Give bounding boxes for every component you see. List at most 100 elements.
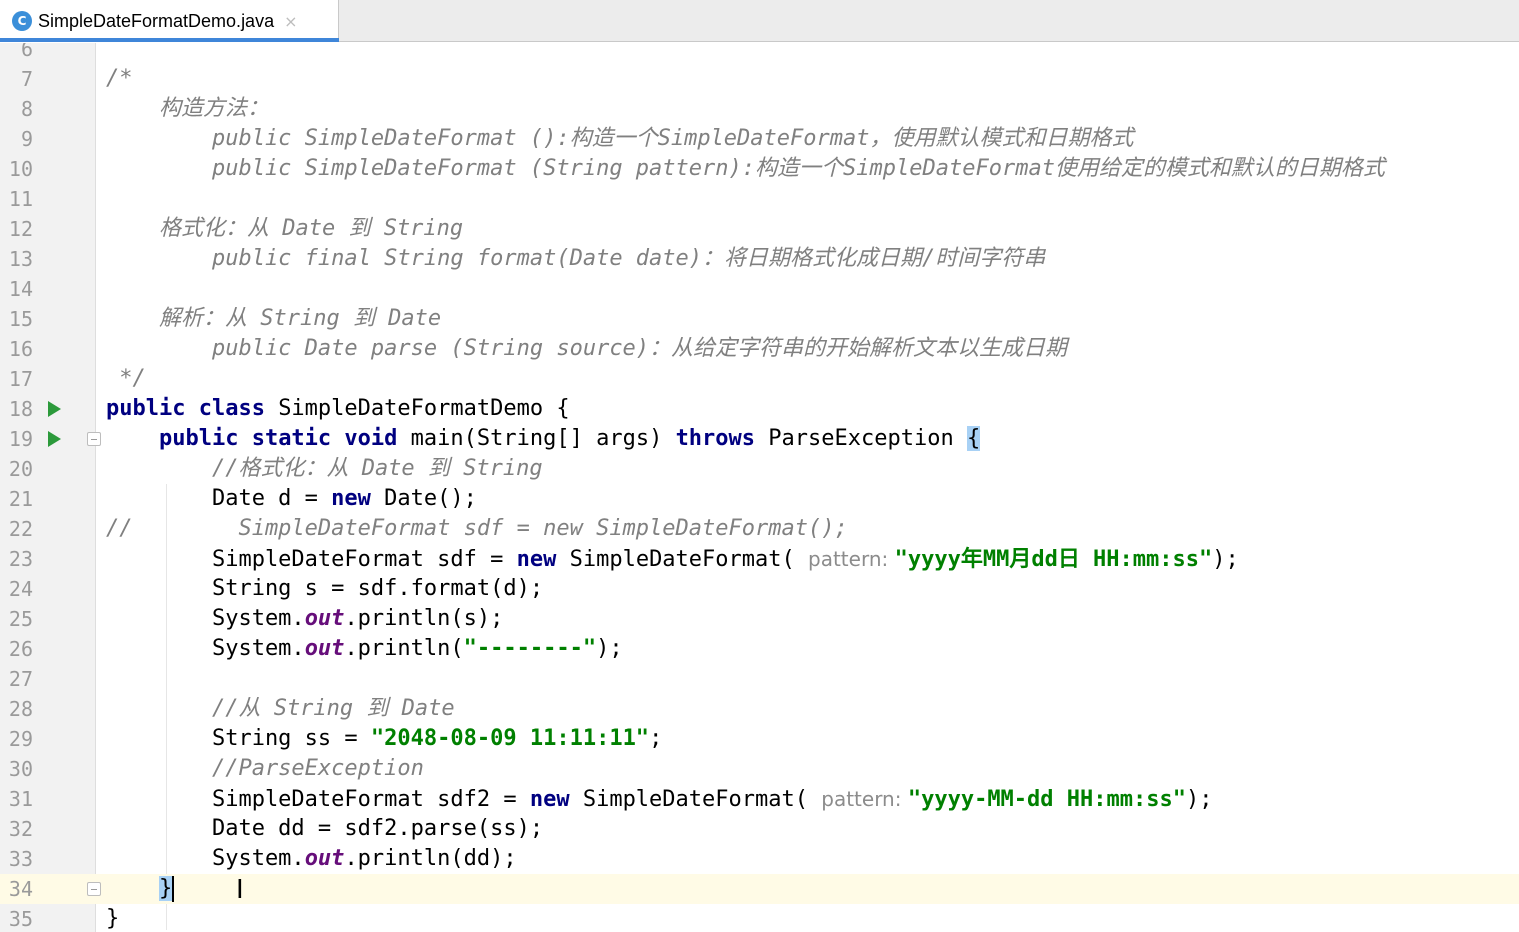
- matched-brace: {: [966, 426, 981, 451]
- comment-token: */: [106, 366, 146, 391]
- code-text: System.out.println(s);: [106, 604, 503, 634]
- keyword-token: public class: [106, 396, 279, 421]
- keyword-token: new: [516, 547, 570, 572]
- code-line[interactable]: 26 System.out.println("--------");: [0, 634, 1519, 664]
- mouse-ibeam-cursor: I: [236, 875, 244, 905]
- code-token: SimpleDateFormat sdf =: [106, 547, 517, 572]
- code-token: SimpleDateFormatDemo {: [278, 396, 570, 421]
- code-token: );: [1212, 547, 1239, 572]
- line-number: 29: [8, 727, 33, 751]
- field-token: out: [304, 846, 345, 871]
- string-token: "--------": [463, 636, 597, 661]
- comment-token: 格式化：从 Date 到 String: [106, 216, 464, 241]
- code-line[interactable]: 12 格式化：从 Date 到 String: [0, 214, 1519, 244]
- code-text: System.out.println("--------");: [106, 634, 623, 664]
- keyword-token: new: [331, 486, 385, 511]
- code-token: Date d =: [106, 486, 332, 511]
- code-line[interactable]: 23 SimpleDateFormat sdf = new SimpleDate…: [0, 544, 1519, 574]
- code-line[interactable]: 29 String ss = "2048-08-09 11:11:11";: [0, 724, 1519, 754]
- code-line[interactable]: 32 Date dd = sdf2.parse(ss);: [0, 814, 1519, 844]
- code-token: ;: [649, 726, 663, 751]
- string-token: "2048-08-09 11:11:11": [370, 726, 650, 751]
- code-token: .println(: [344, 636, 464, 661]
- code-line[interactable]: 25 System.out.println(s);: [0, 604, 1519, 634]
- code-line[interactable]: 34 }: [0, 874, 1519, 904]
- run-icon[interactable]: [48, 401, 61, 417]
- code-line[interactable]: 20 //格式化：从 Date 到 String: [0, 454, 1519, 484]
- code-text: //ParseException: [106, 754, 424, 784]
- editor-tab-bar: C SimpleDateFormatDemo.java ×: [0, 0, 1519, 42]
- code-line[interactable]: 22 // SimpleDateFormat sdf = new SimpleDa…: [0, 514, 1519, 544]
- code-line[interactable]: 24 String s = sdf.format(d);: [0, 574, 1519, 604]
- comment-token: //ParseException: [106, 756, 424, 781]
- code-line[interactable]: 13 public final String format(Date date)…: [0, 244, 1519, 274]
- line-number: 22: [8, 517, 33, 541]
- line-number: 9: [20, 127, 33, 151]
- comment-token: //格式化：从 Date 到 String: [106, 456, 543, 481]
- comment-token: public Date parse (String source)：从给定字符串…: [106, 336, 1068, 361]
- code-line[interactable]: 18 public class SimpleDateFormatDemo {: [0, 394, 1519, 424]
- code-line[interactable]: 28 //从 String 到 Date: [0, 694, 1519, 724]
- parameter-hint: pattern:: [821, 787, 908, 811]
- code-token: SimpleDateFormat(: [582, 787, 822, 812]
- fold-icon[interactable]: [87, 882, 101, 896]
- code-line[interactable]: 15 解析：从 String 到 Date: [0, 304, 1519, 334]
- code-line[interactable]: 11: [0, 184, 1519, 214]
- run-icon[interactable]: [48, 431, 61, 447]
- code-line[interactable]: 10 public SimpleDateFormat (String patte…: [0, 154, 1519, 184]
- code-line[interactable]: 35}: [0, 904, 1519, 932]
- line-number: 34: [8, 877, 33, 901]
- code-token: }: [106, 906, 120, 931]
- close-icon[interactable]: ×: [284, 12, 297, 31]
- code-line[interactable]: 7 /*: [0, 64, 1519, 94]
- code-text: */: [106, 364, 146, 394]
- code-text: 格式化：从 Date 到 String: [106, 214, 463, 244]
- fold-icon[interactable]: [87, 432, 101, 446]
- matched-brace: }: [158, 876, 173, 901]
- field-token: out: [304, 606, 345, 631]
- code-line[interactable]: 14: [0, 274, 1519, 304]
- string-token: "yyyy-MM-dd HH:mm:ss": [907, 787, 1186, 812]
- code-token: );: [1186, 787, 1213, 812]
- code-line[interactable]: 21 Date d = new Date();: [0, 484, 1519, 514]
- code-text: public Date parse (String source)：从给定字符串…: [106, 334, 1067, 364]
- line-number: 32: [8, 817, 33, 841]
- line-number: 27: [8, 667, 33, 691]
- code-line[interactable]: 17 */: [0, 364, 1519, 394]
- code-line[interactable]: 30 //ParseException: [0, 754, 1519, 784]
- code-text: /*: [106, 64, 133, 94]
- code-token: Date();: [384, 486, 477, 511]
- line-number: 23: [8, 547, 33, 571]
- keyword-token: new: [529, 787, 583, 812]
- line-number: 25: [8, 607, 33, 631]
- code-token: .println(s);: [344, 606, 504, 631]
- code-line[interactable]: 6: [0, 43, 1519, 64]
- code-editor[interactable]: 6 7/* 8 构造方法： 9 public SimpleDateFormat ():…: [0, 43, 1519, 932]
- code-text: Date dd = sdf2.parse(ss);: [106, 814, 543, 844]
- code-line[interactable]: 16 public Date parse (String source)：从给定…: [0, 334, 1519, 364]
- tab-label: SimpleDateFormatDemo.java: [38, 10, 275, 31]
- line-number: 28: [8, 697, 33, 721]
- line-number: 26: [8, 637, 33, 661]
- code-line[interactable]: 19 public static void main(String[] args…: [0, 424, 1519, 454]
- line-number: 6: [20, 43, 33, 61]
- comment-token: public final String format(Date date)：将日…: [106, 246, 1046, 271]
- tab-simpledateformatdemo[interactable]: C SimpleDateFormatDemo.java ×: [0, 0, 339, 42]
- code-line[interactable]: 31 SimpleDateFormat sdf2 = new SimpleDat…: [0, 784, 1519, 814]
- code-token: );: [596, 636, 623, 661]
- comment-token: public SimpleDateFormat ():构造一个SimpleDat…: [106, 126, 1134, 151]
- code-line[interactable]: 9 public SimpleDateFormat ():构造一个SimpleD…: [0, 124, 1519, 154]
- code-text: String s = sdf.format(d);: [106, 574, 543, 604]
- code-line[interactable]: 27: [0, 664, 1519, 694]
- code-line[interactable]: 33 System.out.println(dd);: [0, 844, 1519, 874]
- line-number: 7: [20, 67, 33, 91]
- code-text: public final String format(Date date)：将日…: [106, 244, 1045, 274]
- comment-token: public SimpleDateFormat (String pattern)…: [106, 156, 1385, 181]
- code-line[interactable]: 8 构造方法：: [0, 94, 1519, 124]
- code-text: SimpleDateFormat sdf2 = new SimpleDateFo…: [106, 784, 1213, 815]
- code-text: String ss = "2048-08-09 11:11:11";: [106, 724, 662, 754]
- code-text: // SimpleDateFormat sdf = new SimpleDate…: [106, 514, 848, 544]
- line-number: 13: [8, 247, 33, 271]
